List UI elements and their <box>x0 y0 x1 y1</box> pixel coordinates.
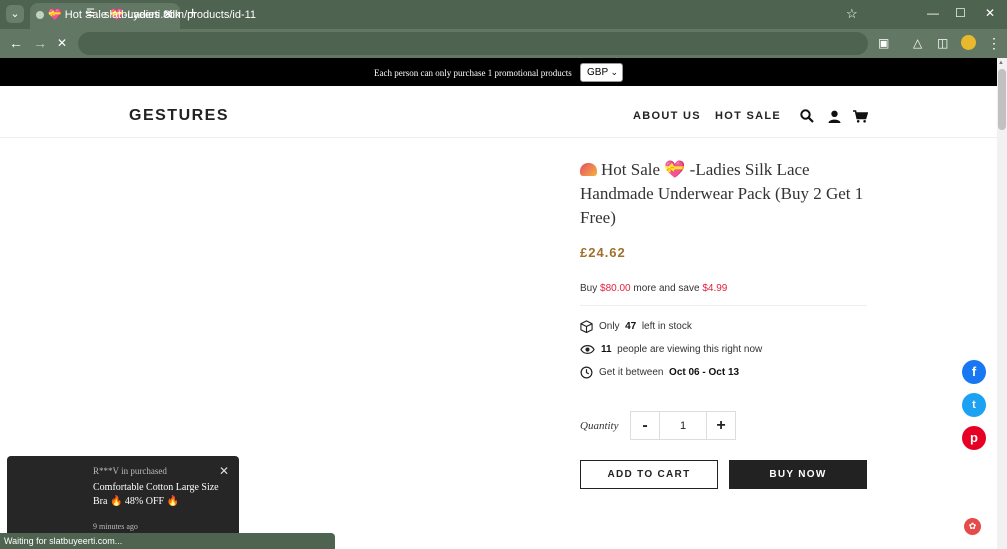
viewers-count: 11 <box>601 344 612 355</box>
labs-icon[interactable]: △ <box>913 35 922 51</box>
product-title-text: Hot Sale 💝 -Ladies Silk Lace Handmade Un… <box>580 160 864 227</box>
back-button[interactable]: ← <box>9 35 23 51</box>
eye-icon <box>580 345 595 354</box>
quantity-input[interactable]: 1 <box>660 411 706 440</box>
site-info-icon[interactable]: ☰ <box>86 8 98 20</box>
close-window-button[interactable]: ✕ <box>985 7 995 19</box>
chevron-down-icon: ⌄ <box>10 8 20 20</box>
brand-logo[interactable]: GESTURES <box>129 107 229 125</box>
search-icon[interactable] <box>800 109 814 128</box>
stock-count: 47 <box>625 321 637 332</box>
scrollbar-thumb[interactable] <box>998 69 1006 130</box>
tab-favicon-icon <box>36 11 44 19</box>
box-icon <box>580 320 593 333</box>
twitter-share-button[interactable]: t <box>962 393 986 417</box>
currency-value: GBP <box>587 67 609 78</box>
gift-icon[interactable]: ✿ <box>964 518 981 535</box>
bundle-offer: Buy $80.00 more and save $4.99 <box>580 283 727 294</box>
delivery-prefix: Get it between <box>599 367 664 378</box>
facebook-icon: f <box>971 364 977 379</box>
quantity-decrease-button[interactable]: - <box>630 411 660 440</box>
tab-search-button[interactable]: ⌄ <box>6 5 24 23</box>
popup-product[interactable]: Comfortable Cotton Large Size Bra 🔥 48% … <box>93 481 223 509</box>
add-to-cart-button[interactable]: ADD TO CART <box>580 460 718 489</box>
account-icon[interactable] <box>828 110 841 128</box>
price-divider <box>580 305 867 306</box>
status-text: Waiting for slatbuyeerti.com... <box>4 536 123 546</box>
browser-toolbar: ← → ✕ ▣ △ ◫ ⋮ <box>0 29 1007 58</box>
pinterest-share-button[interactable]: p <box>962 426 986 450</box>
nav-hot-sale[interactable]: HOT SALE <box>715 110 781 122</box>
bookmark-star-icon[interactable]: ☆ <box>846 6 858 22</box>
maximize-button[interactable]: ☐ <box>955 7 966 19</box>
nav-about-us[interactable]: ABOUT US <box>633 110 701 122</box>
clock-icon <box>580 366 593 379</box>
stock-prefix: Only <box>599 321 620 332</box>
page-scrollbar[interactable] <box>997 58 1007 549</box>
heart-icon <box>580 163 597 176</box>
profile-avatar[interactable] <box>961 35 976 50</box>
delivery-range: Oct 06 - Oct 13 <box>669 367 740 378</box>
facebook-share-button[interactable]: f <box>962 360 986 384</box>
delivery-info: Get it between Oct 06 - Oct 13 <box>580 366 739 379</box>
popup-time: 9 minutes ago <box>93 522 138 531</box>
pinterest-icon: p <box>970 430 978 445</box>
header-divider <box>0 137 997 138</box>
viewers-info: 11 people are viewing this right now <box>580 343 762 356</box>
address-bar[interactable] <box>78 32 868 55</box>
side-panel-icon[interactable]: ◫ <box>937 35 948 51</box>
product-price: £24.62 <box>580 245 626 260</box>
scroll-up-icon[interactable]: ▲ <box>998 60 1004 66</box>
popup-close-icon[interactable]: ✕ <box>219 464 229 478</box>
viewers-suffix: people are viewing this right now <box>617 344 763 355</box>
quantity-increase-button[interactable]: + <box>706 411 736 440</box>
product-title: Hot Sale 💝 -Ladies Silk Lace Handmade Un… <box>580 158 880 230</box>
bundle-prefix: Buy <box>580 283 601 294</box>
url-text[interactable]: slatbuyeerti.com/products/id-11 <box>104 9 256 21</box>
buy-now-button[interactable]: BUY NOW <box>729 460 867 489</box>
bundle-amount: $80.00 <box>600 283 631 294</box>
forward-button[interactable]: → <box>33 35 47 51</box>
promo-text: Each person can only purchase 1 promotio… <box>374 68 572 78</box>
chevron-down-icon: ⌄ <box>610 67 618 77</box>
bundle-savings: $4.99 <box>702 283 728 294</box>
stock-suffix: left in stock <box>641 321 692 332</box>
browser-menu-button[interactable]: ⋮ <box>987 35 1001 51</box>
popup-buyer: R***V in purchased <box>93 466 167 476</box>
cart-icon[interactable] <box>853 110 869 128</box>
bundle-middle: more and save <box>630 283 703 294</box>
minimize-button[interactable]: — <box>927 7 939 19</box>
twitter-icon: t <box>972 399 976 411</box>
stop-loading-button[interactable]: ✕ <box>57 35 67 51</box>
extensions-icon[interactable]: ▣ <box>878 35 889 51</box>
currency-select[interactable]: GBP ⌄ <box>580 63 623 82</box>
stock-info: Only 47 left in stock <box>580 320 692 333</box>
quantity-label: Quantity <box>580 420 619 432</box>
